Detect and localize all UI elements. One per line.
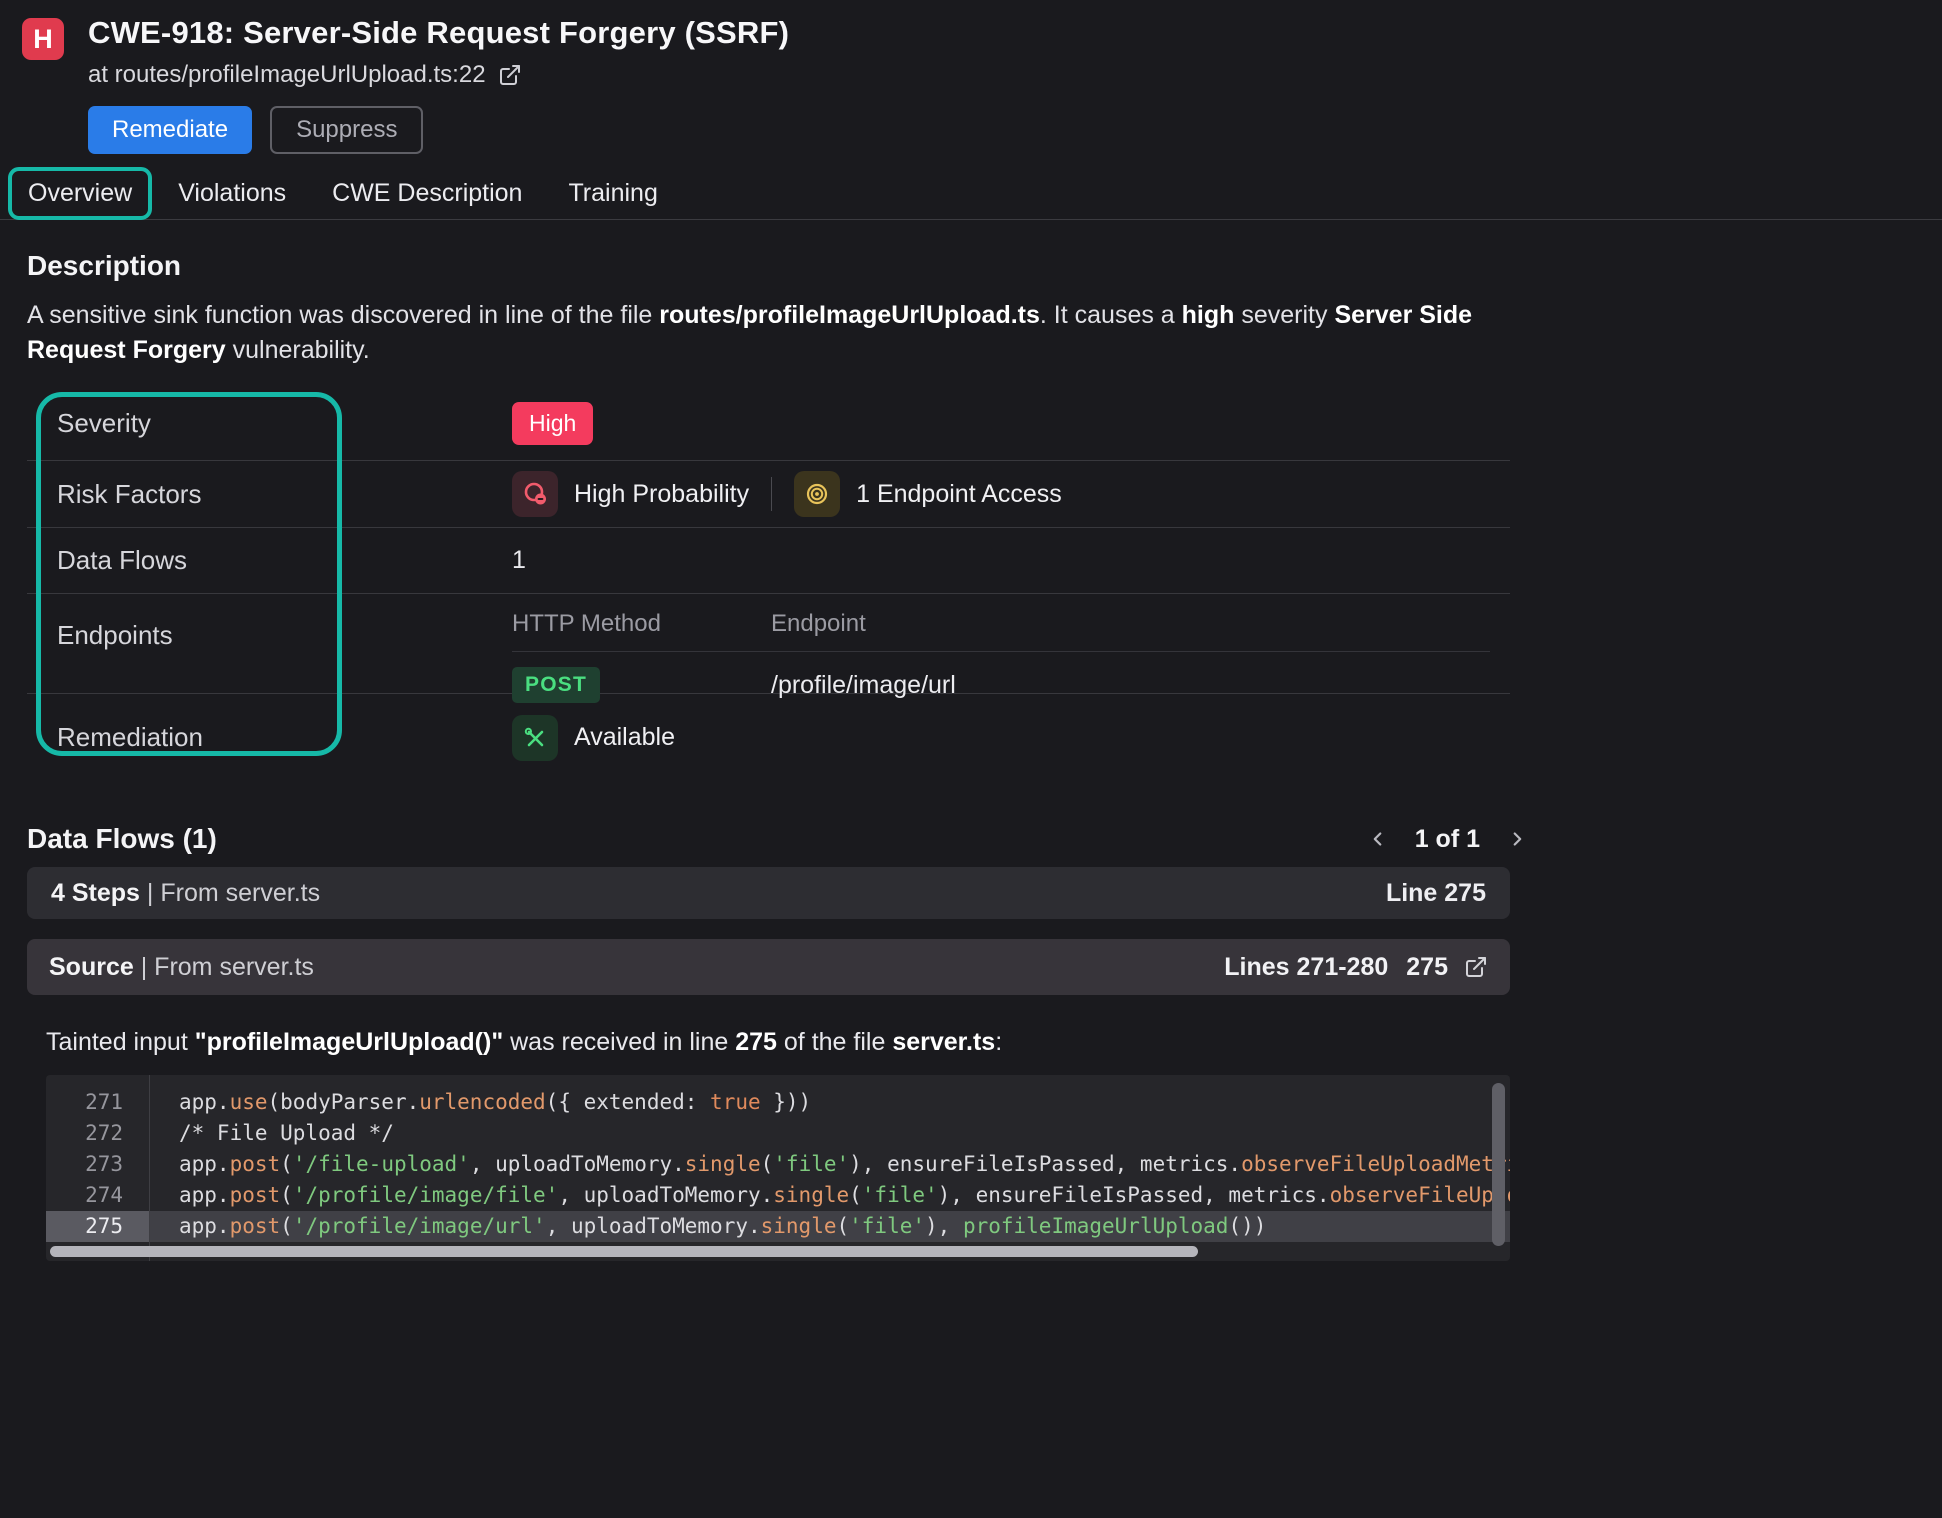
details-row-endpoints: Endpoints HTTP Method Endpoint POST /pro… (27, 594, 1510, 694)
remediation-chip: Available (512, 715, 675, 761)
code-text: /* File Upload */ (149, 1118, 394, 1149)
code-line-274: 274app.post('/profile/image/file', uploa… (46, 1180, 1510, 1211)
risk-factor-endpoint-access: 1 Endpoint Access (794, 471, 1062, 517)
description-text: A sensitive sink function was discovered… (27, 298, 1490, 368)
data-flows-count: 1 (512, 546, 1510, 575)
header: H CWE-918: Server-Side Request Forgery (… (0, 0, 1942, 154)
horizontal-scrollbar[interactable] (50, 1246, 1198, 1257)
endpoint-target-icon (794, 471, 840, 517)
endpoints-table: HTTP Method Endpoint POST /profile/image… (512, 610, 1490, 703)
steps-summary: 4 Steps | From server.ts (51, 879, 320, 908)
tab-bar: Overview Violations CWE Description Trai… (0, 168, 1942, 220)
source-step-title: Source | From server.ts (49, 953, 314, 982)
remediate-button[interactable]: Remediate (88, 106, 252, 154)
data-flows-header-row: Data Flows (1) 1 of 1 (27, 823, 1528, 855)
tab-training[interactable]: Training (568, 179, 657, 208)
data-flows-label: Data Flows (57, 545, 512, 576)
endpoints-label: Endpoints (57, 620, 512, 651)
vertical-scrollbar[interactable] (1492, 1083, 1505, 1246)
next-flow-button[interactable] (1506, 828, 1528, 850)
column-endpoint: Endpoint (771, 610, 866, 638)
code-viewer: 271app.use(bodyParser.urlencoded({ exten… (46, 1075, 1510, 1261)
remediation-label: Remediation (57, 722, 512, 753)
file-location: at routes/profileImageUrlUpload.ts:22 (88, 61, 486, 89)
endpoint-path: /profile/image/url (771, 671, 956, 700)
steps-summary-bar[interactable]: 4 Steps | From server.ts Line 275 (27, 867, 1510, 919)
data-flows-heading: Data Flows (1) (27, 823, 217, 855)
tainted-file-name: server.ts (892, 1028, 995, 1056)
code-lines: 271app.use(bodyParser.urlencoded({ exten… (46, 1087, 1510, 1242)
probability-gauge-icon (512, 471, 558, 517)
code-text: app.post('/profile/image/url', uploadToM… (149, 1211, 1266, 1242)
column-http-method: HTTP Method (512, 610, 771, 638)
source-lines-info: Lines 271-280 275 (1224, 953, 1488, 982)
line-number: 272 (46, 1118, 149, 1149)
description-file: routes/profileImageUrlUpload.ts (659, 301, 1040, 329)
chevron-left-icon (1367, 828, 1389, 850)
tab-violations[interactable]: Violations (178, 179, 286, 208)
risk-factor-label: High Probability (574, 480, 749, 509)
suppress-button[interactable]: Suppress (270, 106, 423, 154)
description-heading: Description (27, 250, 1942, 282)
details-row-severity: Severity High (27, 386, 1510, 461)
gutter-divider (149, 1075, 150, 1261)
steps-line-number: Line 275 (1386, 879, 1486, 908)
endpoint-row: POST /profile/image/url (512, 652, 1490, 703)
severity-badge: High (512, 402, 593, 445)
chevron-right-icon (1506, 828, 1528, 850)
line-number: 274 (46, 1180, 149, 1211)
code-text: app.post('/file-upload', uploadToMemory.… (149, 1149, 1510, 1180)
source-step-bar[interactable]: Source | From server.ts Lines 271-280 27… (27, 939, 1510, 995)
code-line-272: 272/* File Upload */ (46, 1118, 1510, 1149)
severity-label: Severity (57, 408, 512, 439)
code-line-271: 271app.use(bodyParser.urlencoded({ exten… (46, 1087, 1510, 1118)
code-text: app.post('/profile/image/file', uploadTo… (149, 1180, 1510, 1211)
severity-high-icon: H (22, 18, 64, 60)
file-location-row: at routes/profileImageUrlUpload.ts:22 (88, 60, 789, 90)
page-title: CWE-918: Server-Side Request Forgery (SS… (88, 14, 789, 52)
action-buttons: Remediate Suppress (88, 106, 789, 154)
tainted-line-number: 275 (735, 1028, 777, 1056)
details-row-risk-factors: Risk Factors High Probability (27, 461, 1510, 528)
tab-cwe-description[interactable]: CWE Description (332, 179, 522, 208)
line-number: 271 (46, 1087, 149, 1118)
tainted-input-name: "profileImageUrlUpload()" (195, 1028, 503, 1056)
code-line-273: 273app.post('/file-upload', uploadToMemo… (46, 1149, 1510, 1180)
http-method-badge: POST (512, 667, 600, 703)
description-severity: high (1182, 301, 1235, 329)
code-line-275: 275app.post('/profile/image/url', upload… (46, 1211, 1510, 1242)
risk-factor-label: 1 Endpoint Access (856, 480, 1062, 509)
line-number: 273 (46, 1149, 149, 1180)
remediation-status: Available (574, 723, 675, 752)
details-row-data-flows: Data Flows 1 (27, 528, 1510, 594)
vulnerability-detail-page: H CWE-918: Server-Side Request Forgery (… (0, 0, 1942, 1261)
details-row-remediation: Remediation Available (27, 694, 1510, 781)
crossed-tools-icon (512, 715, 558, 761)
external-link-icon[interactable] (1464, 955, 1488, 979)
code-text: app.use(bodyParser.urlencoded({ extended… (149, 1087, 811, 1118)
previous-flow-button[interactable] (1367, 828, 1389, 850)
risk-factors-label: Risk Factors (57, 479, 512, 510)
chip-separator (771, 477, 772, 511)
line-number: 275 (46, 1211, 149, 1242)
risk-factor-high-probability: High Probability (512, 471, 749, 517)
tab-overview[interactable]: Overview (8, 167, 152, 220)
external-link-icon[interactable] (498, 63, 522, 87)
data-flow-pagination: 1 of 1 (1367, 825, 1528, 854)
tainted-input-sentence: Tainted input "profileImageUrlUpload()" … (46, 1025, 1915, 1059)
pagination-label: 1 of 1 (1415, 825, 1480, 854)
header-main: CWE-918: Server-Side Request Forgery (SS… (88, 14, 789, 154)
details-table: Severity High Risk Factors High Probabil… (27, 386, 1510, 781)
